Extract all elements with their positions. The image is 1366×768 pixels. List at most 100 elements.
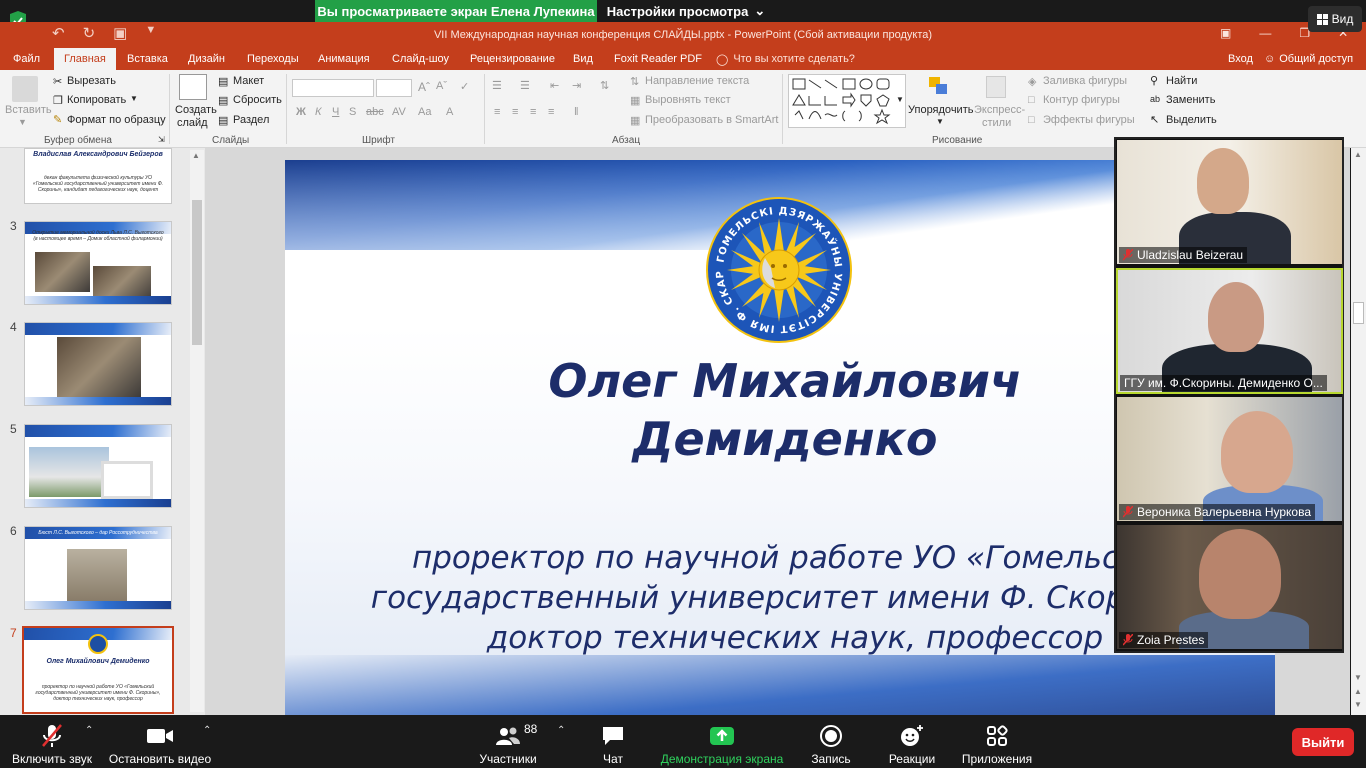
tab-design[interactable]: Дизайн: [188, 48, 225, 70]
new-slide-icon[interactable]: [179, 74, 207, 100]
reset-button[interactable]: Сбросить: [233, 94, 282, 106]
paste-icon[interactable]: [12, 76, 38, 102]
grow-font-icon[interactable]: Aˆ: [418, 80, 430, 94]
slide-thumbnail[interactable]: Бюст Л.С. Выготского – дар Россотрудниче…: [24, 526, 172, 610]
find-button[interactable]: Найти: [1166, 75, 1197, 87]
paste-button[interactable]: Вставить: [5, 104, 52, 116]
underline-icon[interactable]: Ч: [332, 106, 339, 118]
arrange-button[interactable]: Упорядочить: [908, 104, 973, 116]
tab-slideshow[interactable]: Слайд-шоу: [392, 48, 449, 70]
align-text-button[interactable]: Выровнять текст: [645, 94, 731, 106]
font-name-input[interactable]: [292, 79, 374, 97]
reactions-button[interactable]: Реакции: [886, 718, 938, 766]
scroll-up-icon[interactable]: ▲: [192, 151, 200, 160]
leave-meeting-button[interactable]: Выйти: [1292, 728, 1354, 756]
format-painter-button[interactable]: Формат по образцу: [67, 114, 166, 126]
align-left-icon[interactable]: ≡: [494, 106, 500, 118]
share-screen-button[interactable]: Демонстрация экрана: [660, 718, 784, 766]
slide-thumbnail[interactable]: [24, 322, 172, 406]
shrink-font-icon[interactable]: Aˇ: [436, 80, 447, 92]
tell-me-search[interactable]: ◯ Что вы хотите сделать?: [716, 48, 855, 70]
strikethrough-icon[interactable]: abc: [366, 106, 384, 118]
slide-thumbnail[interactable]: Открытие мемориальной доски Льва Л.С. Вы…: [24, 221, 172, 305]
increase-indent-icon[interactable]: ⇥: [572, 79, 581, 92]
view-settings-button[interactable]: Настройки просмотра ⌄: [606, 0, 766, 22]
shape-effects-button[interactable]: Эффекты фигуры: [1043, 114, 1135, 126]
new-slide-label-2[interactable]: слайд: [177, 117, 208, 129]
smartart-button[interactable]: Преобразовать в SmartArt: [645, 114, 778, 126]
slide-thumbnail[interactable]: Владислав Александрович Бейзеров декан ф…: [24, 148, 172, 204]
chat-button[interactable]: Чат: [596, 718, 630, 766]
align-right-icon[interactable]: ≡: [530, 106, 536, 118]
tab-view[interactable]: Вид: [573, 48, 593, 70]
participants-options-caret-icon[interactable]: ⌃: [557, 725, 565, 736]
copy-button[interactable]: Копировать: [67, 94, 126, 106]
decrease-indent-icon[interactable]: ⇤: [550, 79, 559, 92]
paste-dropdown-icon[interactable]: ▼: [18, 117, 27, 127]
shape-outline-button[interactable]: Контур фигуры: [1043, 94, 1120, 106]
scroll-up-icon[interactable]: ▲: [1354, 150, 1362, 159]
section-button[interactable]: Раздел: [233, 114, 269, 126]
tab-animations[interactable]: Анимация: [318, 48, 370, 70]
minimize-icon[interactable]: —: [1259, 26, 1271, 40]
align-center-icon[interactable]: ≡: [512, 106, 518, 118]
justify-icon[interactable]: ≡: [548, 106, 554, 118]
font-size-input[interactable]: [376, 79, 412, 97]
replace-button[interactable]: Заменить: [1166, 94, 1215, 106]
numbering-icon[interactable]: ☰: [520, 79, 530, 92]
participant-video-tile[interactable]: Вероника Валерьевна Нуркова: [1117, 397, 1342, 521]
layout-button[interactable]: Макет: [233, 75, 264, 87]
stop-video-button[interactable]: Остановить видео: [108, 718, 212, 766]
participant-video-tile-speaking[interactable]: ГГУ им. Ф.Скорины. Демиденко О...: [1116, 268, 1343, 394]
select-button[interactable]: Выделить: [1166, 114, 1217, 126]
participant-video-tile[interactable]: Uladzislau Beizerau: [1117, 140, 1342, 264]
quick-styles-label-2[interactable]: стили: [982, 117, 1011, 129]
new-slide-label-1[interactable]: Создать: [175, 104, 217, 116]
share-button[interactable]: ☺ Общий доступ: [1264, 48, 1353, 70]
bullets-icon[interactable]: ☰: [492, 79, 502, 92]
line-spacing-icon[interactable]: ⇅: [600, 79, 609, 92]
participant-video-tile[interactable]: Zoia Prestes: [1117, 525, 1342, 649]
slide-thumbnail-current[interactable]: Олег Михайлович Демиденко проректор по н…: [22, 626, 174, 714]
cut-button[interactable]: Вырезать: [67, 75, 116, 87]
next-slide-icon[interactable]: ▼: [1354, 700, 1362, 709]
unmute-button[interactable]: Включить звук: [10, 718, 94, 766]
video-options-caret-icon[interactable]: ⌃: [203, 725, 211, 736]
arrange-icon[interactable]: [928, 75, 950, 99]
quick-styles-label-1[interactable]: Экспресс-: [974, 104, 1025, 116]
ribbon-display-icon[interactable]: ▣: [1220, 26, 1231, 40]
quick-styles-icon[interactable]: [986, 76, 1006, 98]
tab-insert[interactable]: Вставка: [127, 48, 168, 70]
tab-transitions[interactable]: Переходы: [247, 48, 299, 70]
apps-button[interactable]: Приложения: [958, 718, 1036, 766]
canvas-scrollbar-thumb[interactable]: [1353, 302, 1364, 324]
shape-fill-button[interactable]: Заливка фигуры: [1043, 75, 1127, 87]
columns-icon[interactable]: ‖: [574, 106, 579, 118]
char-spacing-icon[interactable]: AV: [392, 106, 406, 118]
arrange-dropdown-icon[interactable]: ▼: [936, 117, 944, 126]
tab-file[interactable]: Файл: [13, 48, 40, 70]
shapes-gallery[interactable]: [788, 74, 906, 128]
shadow-icon[interactable]: S: [349, 106, 356, 118]
scroll-down-icon[interactable]: ▼: [1354, 673, 1362, 682]
view-layout-button[interactable]: Вид: [1308, 6, 1362, 32]
tab-foxit[interactable]: Foxit Reader PDF: [614, 48, 702, 70]
dialog-launcher-icon[interactable]: ⇲: [158, 135, 165, 144]
thumbnail-scrollbar-thumb[interactable]: [192, 200, 202, 345]
canvas-scrollbar[interactable]: [1351, 148, 1366, 715]
previous-slide-icon[interactable]: ▲: [1354, 687, 1362, 696]
tab-home[interactable]: Главная: [54, 48, 116, 70]
copy-dropdown-icon[interactable]: ▼: [130, 94, 138, 103]
sign-in-link[interactable]: Вход: [1228, 48, 1253, 70]
bold-icon[interactable]: Ж: [296, 106, 306, 118]
font-color-icon[interactable]: A: [446, 106, 453, 118]
tab-review[interactable]: Рецензирование: [470, 48, 555, 70]
italic-icon[interactable]: К: [315, 106, 321, 118]
audio-options-caret-icon[interactable]: ⌃: [85, 725, 93, 736]
text-direction-button[interactable]: Направление текста: [645, 75, 749, 87]
clear-formatting-icon[interactable]: ✓: [460, 80, 469, 93]
slide-thumbnail[interactable]: [24, 424, 172, 508]
change-case-icon[interactable]: Aa: [418, 106, 431, 118]
shapes-gallery-more-icon[interactable]: ▼: [896, 95, 904, 104]
record-button[interactable]: Запись: [808, 718, 854, 766]
